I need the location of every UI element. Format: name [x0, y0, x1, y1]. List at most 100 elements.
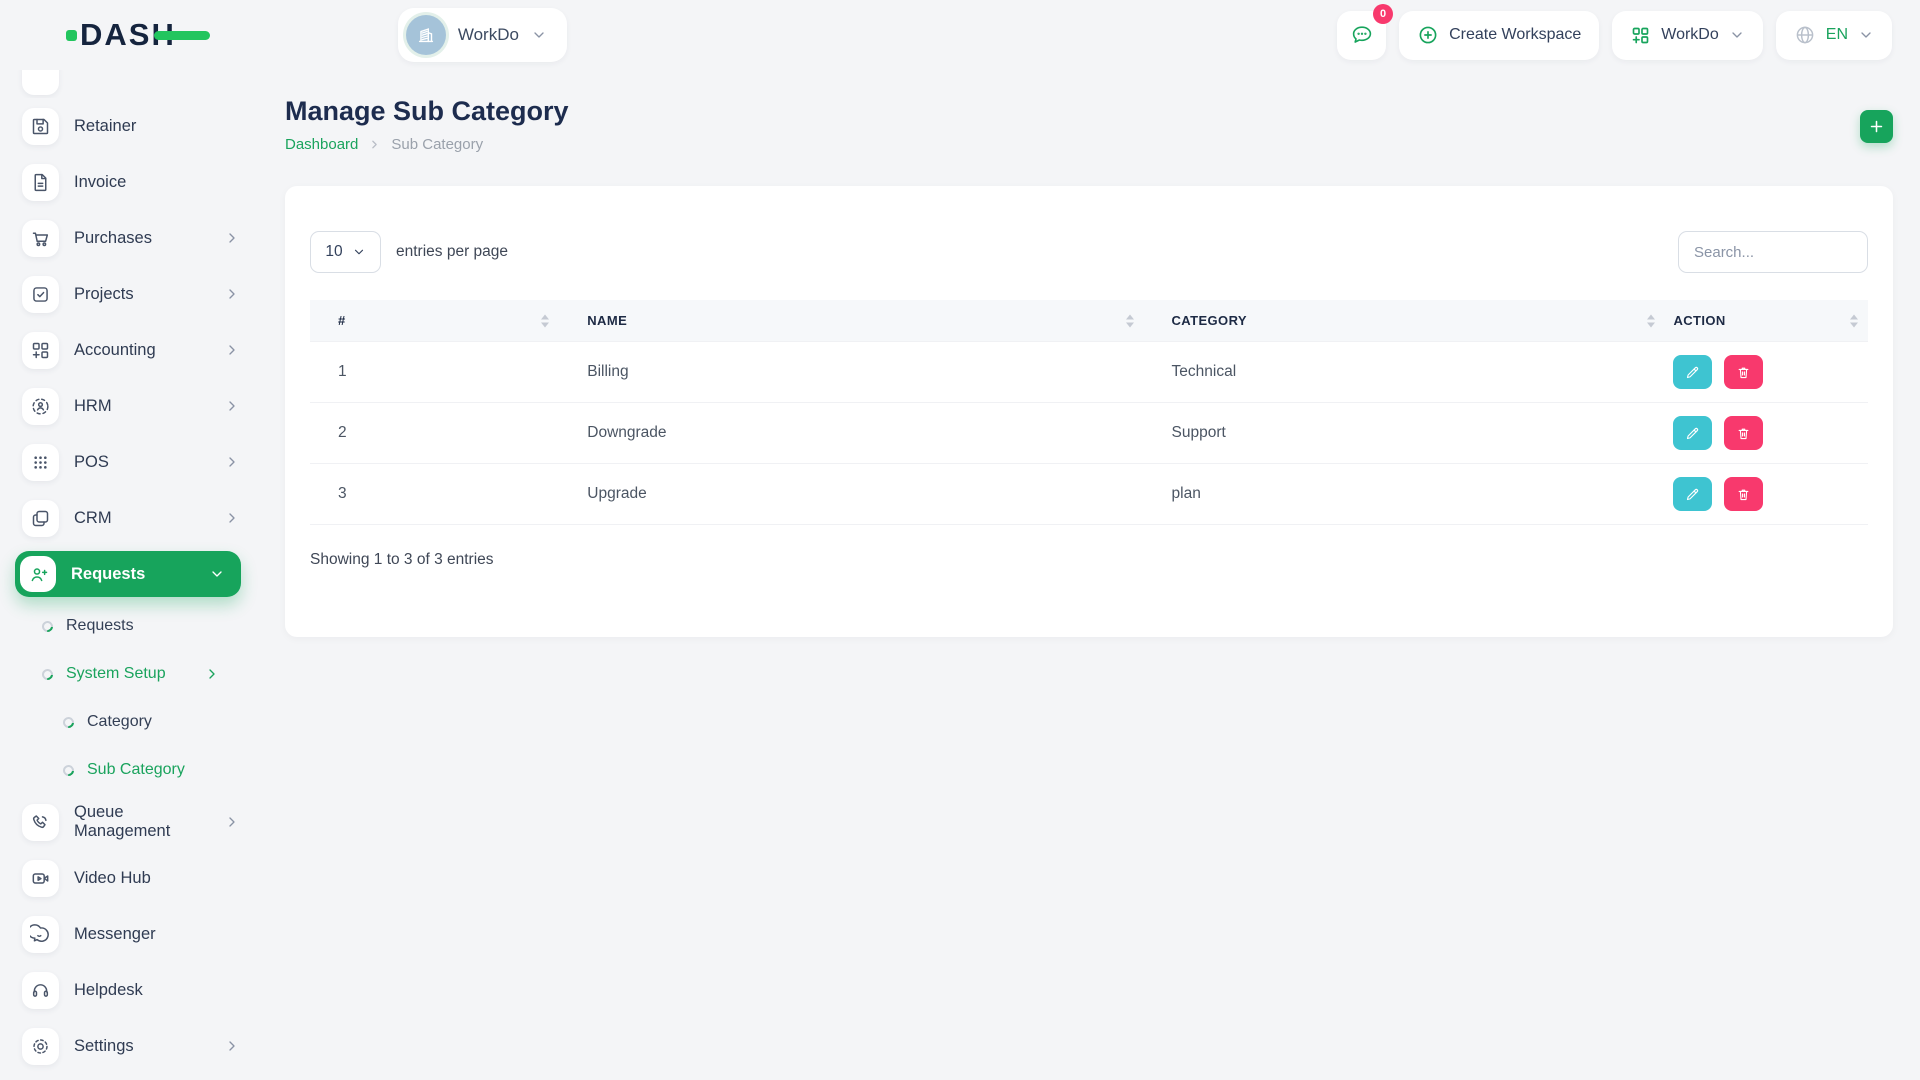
- edit-button[interactable]: [1673, 416, 1712, 450]
- clipped-icon: [22, 70, 59, 95]
- dots-grid-icon: [22, 444, 59, 481]
- delete-button[interactable]: [1724, 355, 1763, 389]
- create-workspace-button[interactable]: Create Workspace: [1399, 11, 1599, 60]
- sub-category-card: 10 entries per page # NAME: [285, 186, 1893, 637]
- messages-button[interactable]: 0: [1337, 11, 1386, 60]
- language-code: EN: [1826, 26, 1848, 44]
- chevron-right-icon: [224, 1038, 240, 1054]
- edit-button[interactable]: [1673, 355, 1712, 389]
- pencil-icon: [1685, 426, 1700, 441]
- video-camera-icon: [22, 860, 59, 897]
- messages-badge: 0: [1373, 4, 1393, 24]
- sidebar-subitem-requests[interactable]: Requests: [0, 602, 260, 650]
- sidebar-item-label: Retainer: [74, 117, 136, 136]
- logo-dot-icon: [66, 30, 77, 41]
- cell-name: Downgrade: [559, 403, 1143, 464]
- entries-per-page-select[interactable]: 10: [310, 231, 381, 273]
- headset-icon: [22, 972, 59, 1009]
- sidebar-item-label: Messenger: [74, 925, 156, 944]
- chevron-right-icon: [224, 342, 240, 358]
- cell-category: Technical: [1144, 342, 1666, 403]
- grid-plus-icon: [1630, 25, 1651, 46]
- sidebar-item-label: POS: [74, 453, 109, 472]
- gear-icon: [22, 1028, 59, 1065]
- breadcrumb-dashboard-link[interactable]: Dashboard: [285, 136, 358, 153]
- column-header-action[interactable]: ACTION: [1665, 300, 1868, 342]
- sidebar-item-crm[interactable]: CRM: [0, 490, 260, 546]
- globe-icon: [1794, 24, 1816, 46]
- sidebar-subitem-system-setup[interactable]: System Setup: [0, 650, 260, 698]
- delete-button[interactable]: [1724, 416, 1763, 450]
- sort-icon: [1647, 314, 1655, 327]
- logo-bar-icon: [154, 31, 210, 40]
- sidebar-item-invoice[interactable]: Invoice: [0, 154, 260, 210]
- workspace-switcher[interactable]: WorkDo: [398, 8, 567, 62]
- chat-icon: [1350, 23, 1374, 47]
- per-page-control: 10 entries per page: [310, 231, 508, 273]
- sidebar-item-video-hub[interactable]: Video Hub: [0, 850, 260, 906]
- top-bar-actions: 0 Create Workspace WorkDo EN: [1337, 11, 1892, 60]
- sidebar-item-hrm[interactable]: HRM: [0, 378, 260, 434]
- sidebar-item-retainer[interactable]: Retainer: [0, 98, 260, 154]
- search-input[interactable]: [1678, 231, 1868, 273]
- sidebar-subitem-sub-category[interactable]: Sub Category: [0, 746, 260, 794]
- table-controls: 10 entries per page: [310, 231, 1868, 273]
- row-actions: [1673, 355, 1860, 389]
- page-header: Manage Sub Category Dashboard Sub Catego…: [285, 96, 1893, 153]
- app-logo[interactable]: DASH: [66, 17, 176, 53]
- cell-name: Billing: [559, 342, 1143, 403]
- requests-active-pill[interactable]: Requests: [15, 551, 241, 597]
- sub-category-table: # NAME CATEGORY ACTION: [310, 300, 1868, 525]
- chevron-down-icon: [352, 245, 366, 259]
- sidebar-item-messenger[interactable]: Messenger: [0, 906, 260, 962]
- delete-button[interactable]: [1724, 477, 1763, 511]
- trash-icon: [1736, 365, 1751, 380]
- column-header-category[interactable]: CATEGORY: [1144, 300, 1666, 342]
- sidebar-item-projects[interactable]: Projects: [0, 266, 260, 322]
- retainer-icon: [22, 108, 59, 145]
- sidebar-item-helpdesk[interactable]: Helpdesk: [0, 962, 260, 1018]
- column-header-label: #: [338, 313, 346, 328]
- column-header-index[interactable]: #: [310, 300, 559, 342]
- row-actions: [1673, 416, 1860, 450]
- sidebar-item-requests: Requests: [0, 546, 260, 602]
- bullet-donut-icon: [61, 714, 76, 729]
- sidebar-item-label: Settings: [74, 1037, 134, 1056]
- sidebar-item-purchases[interactable]: Purchases: [0, 210, 260, 266]
- sidebar-item-pos[interactable]: POS: [0, 434, 260, 490]
- sidebar-subitem-category[interactable]: Category: [0, 698, 260, 746]
- cell-index: 1: [310, 342, 559, 403]
- main-content: Manage Sub Category Dashboard Sub Catego…: [260, 70, 1920, 1080]
- sidebar-item-clipped[interactable]: [0, 70, 260, 98]
- top-bar: DASH WorkDo 0 Create Workspace: [0, 0, 1920, 70]
- table-header-row: # NAME CATEGORY ACTION: [310, 300, 1868, 342]
- column-header-label: CATEGORY: [1172, 313, 1247, 328]
- sidebar-item-label: CRM: [74, 509, 112, 528]
- add-sub-category-button[interactable]: [1860, 110, 1893, 143]
- sidebar-item-settings[interactable]: Settings: [0, 1018, 260, 1074]
- pencil-icon: [1685, 365, 1700, 380]
- chevron-right-icon: [204, 666, 220, 682]
- edit-button[interactable]: [1673, 477, 1712, 511]
- trash-icon: [1736, 487, 1751, 502]
- sidebar-item-accounting[interactable]: Accounting: [0, 322, 260, 378]
- user-plus-icon: [20, 556, 56, 592]
- create-workspace-label: Create Workspace: [1449, 26, 1581, 44]
- chevron-right-icon: [224, 814, 240, 830]
- sidebar-item-label: HRM: [74, 397, 112, 416]
- workdo-menu-label: WorkDo: [1661, 26, 1719, 44]
- row-actions: [1673, 477, 1860, 511]
- entries-per-page-value: 10: [325, 243, 342, 261]
- workspace-avatar: [406, 15, 446, 55]
- chevron-right-icon: [224, 398, 240, 414]
- cart-icon: [22, 220, 59, 257]
- column-header-name[interactable]: NAME: [559, 300, 1143, 342]
- sidebar-subitem-label: System Setup: [66, 665, 166, 683]
- language-selector[interactable]: EN: [1776, 11, 1892, 60]
- sidebar-item-queue-management[interactable]: Queue Management: [0, 794, 260, 850]
- cell-category: Support: [1144, 403, 1666, 464]
- chevron-down-icon: [1858, 27, 1874, 43]
- check-square-icon: [22, 276, 59, 313]
- workdo-menu-button[interactable]: WorkDo: [1612, 11, 1763, 60]
- entries-per-page-label: entries per page: [396, 243, 508, 261]
